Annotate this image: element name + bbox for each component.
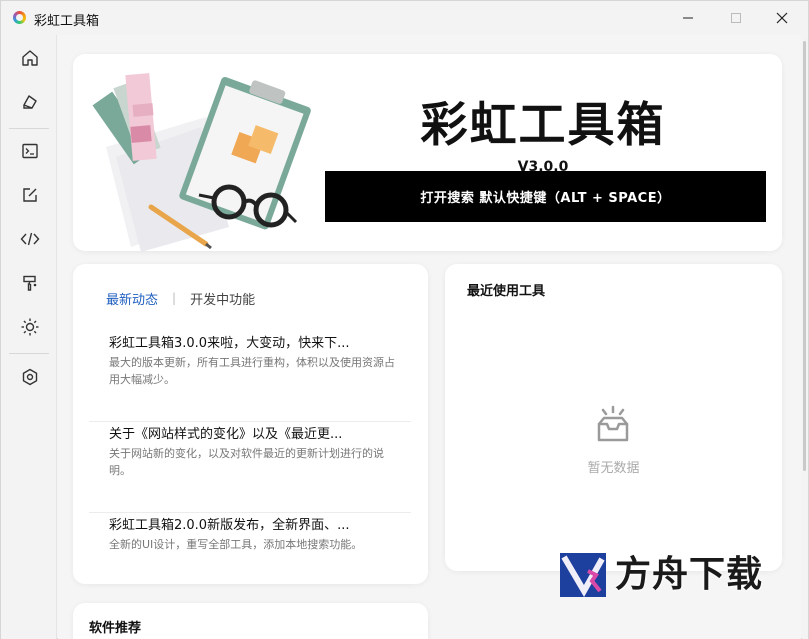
open-search-button[interactable]: 打开搜索 默认快捷键（ALT + SPACE）	[325, 171, 766, 222]
sun-icon	[21, 318, 39, 336]
watermark: 方舟下载	[558, 551, 798, 599]
recent-tools-card: 最近使用工具 暂无数据	[445, 264, 782, 571]
sidebar-item-format[interactable]	[15, 268, 45, 298]
sidebar-divider	[9, 128, 49, 129]
sidebar-item-code[interactable]	[15, 224, 45, 254]
news-item[interactable]: 关于《网站样式的变化》以及《最近更... 关于网站新的变化，以及对软件最近的更新…	[89, 423, 411, 513]
empty-box-icon	[597, 405, 629, 442]
scrollbar[interactable]	[802, 35, 808, 639]
news-item-desc: 全新的UI设计，重写全部工具，添加本地搜索功能。	[109, 538, 363, 551]
sidebar	[1, 35, 57, 639]
sidebar-item-home[interactable]	[15, 43, 45, 73]
main-content: 彩虹工具箱 V3.0.0 打开搜索 默认快捷键（ALT + SPACE） 最新动…	[58, 35, 801, 639]
maximize-icon	[731, 13, 741, 23]
news-item-desc: 关于网站新的变化，以及对软件最近的更新计划进行的说明。	[109, 447, 384, 477]
sidebar-item-settings[interactable]	[15, 362, 45, 392]
sidebar-item-terminal[interactable]	[15, 136, 45, 166]
home-icon	[22, 50, 38, 66]
news-tabs: 最新动态 | 开发中功能	[106, 288, 255, 308]
close-button[interactable]	[759, 4, 805, 32]
terminal-icon	[22, 143, 38, 159]
settings-icon	[22, 368, 38, 386]
news-item-title: 关于《网站样式的变化》以及《最近更...	[109, 427, 343, 442]
minimize-button[interactable]	[665, 4, 711, 32]
recent-tools-title: 最近使用工具	[467, 284, 546, 299]
tab-latest-news[interactable]: 最新动态	[106, 289, 158, 308]
news-item-title: 彩虹工具箱2.0.0新版发布，全新界面、...	[109, 518, 350, 533]
app-logo-icon	[13, 11, 26, 24]
maximize-button[interactable]	[713, 4, 759, 32]
edit-icon	[23, 188, 37, 202]
sidebar-item-theme[interactable]	[15, 312, 45, 342]
tab-in-development[interactable]: 开发中功能	[190, 289, 255, 308]
title-bar: 彩虹工具箱	[1, 1, 808, 35]
tab-divider: |	[172, 291, 177, 305]
sidebar-item-editor[interactable]	[15, 180, 45, 210]
news-item[interactable]: 彩虹工具箱3.0.0来啦，大变动，快来下... 最大的版本更新，所有工具进行重构…	[89, 332, 411, 422]
scrollbar-thumb[interactable]	[803, 41, 806, 471]
window-title: 彩虹工具箱	[34, 14, 100, 29]
code-icon	[20, 232, 40, 246]
news-card: 最新动态 | 开发中功能 彩虹工具箱3.0.0来啦，大变动，快来下... 最大的…	[73, 264, 428, 584]
app-window: 彩虹工具箱 彩虹工具箱 V3.0.0 打开搜索 默认快捷键（ALT + SPAC…	[0, 0, 809, 639]
software-recommend-card: 软件推荐	[73, 603, 428, 639]
close-icon	[776, 12, 788, 24]
news-item-title: 彩虹工具箱3.0.0来啦，大变动，快来下...	[109, 336, 350, 351]
minimize-icon	[683, 17, 693, 19]
watermark-logo-icon	[560, 553, 606, 598]
news-item-desc: 最大的版本更新，所有工具进行重构，体积以及使用资源占用大幅减少。	[109, 356, 395, 386]
paint-bucket-icon	[23, 95, 37, 109]
news-item[interactable]: 彩虹工具箱2.0.0新版发布，全新界面、... 全新的UI设计，重写全部工具，添…	[89, 514, 411, 604]
sidebar-item-color[interactable]	[15, 87, 45, 117]
empty-state-text: 暂无数据	[587, 461, 640, 476]
watermark-text: 方舟下载	[615, 554, 764, 595]
desk-illustration	[92, 73, 311, 252]
brush-icon	[23, 275, 37, 291]
hero-title: 彩虹工具箱	[420, 98, 666, 153]
hero-banner: 彩虹工具箱 V3.0.0 打开搜索 默认快捷键（ALT + SPACE）	[73, 54, 782, 252]
software-recommend-title: 软件推荐	[89, 621, 142, 636]
sidebar-divider	[9, 353, 49, 354]
